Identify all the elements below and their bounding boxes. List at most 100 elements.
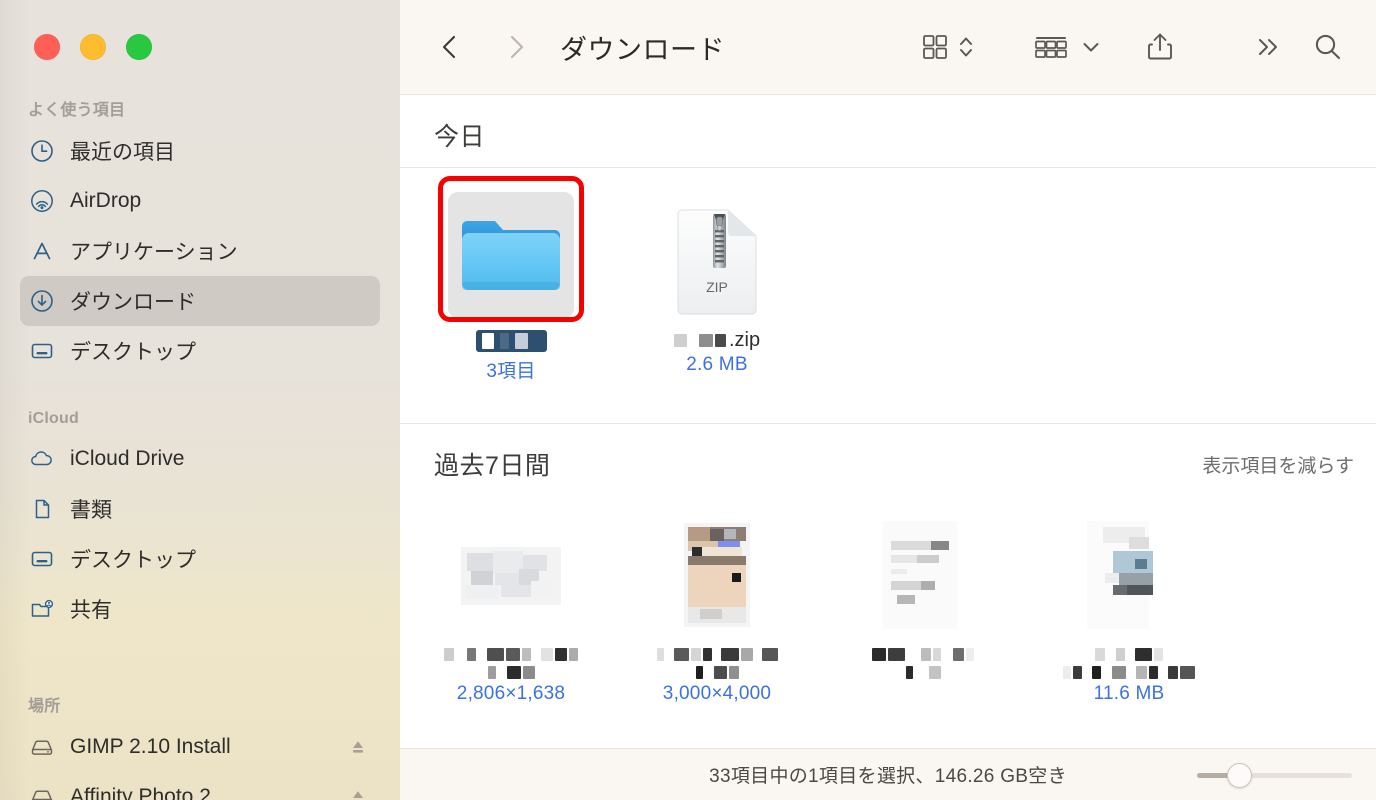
portrait-photo-thumb bbox=[667, 516, 767, 636]
minimize-button[interactable] bbox=[80, 34, 106, 60]
sidebar-item-airdrop[interactable]: AirDrop bbox=[20, 176, 380, 226]
blue-folder-icon bbox=[462, 221, 560, 290]
sidebar-item-label: デスクトップ bbox=[70, 549, 196, 572]
sidebar-item-desktop[interactable]: デスクトップ bbox=[20, 326, 380, 376]
sidebar-item-label: デスクトップ bbox=[70, 341, 196, 364]
forward-button[interactable] bbox=[494, 25, 538, 69]
sidebar-item-applications[interactable]: アプリケーション bbox=[20, 226, 380, 276]
sidebar-item-label: アプリケーション bbox=[70, 241, 238, 264]
sidebar-item-label: AirDrop bbox=[70, 189, 142, 212]
file-label: 2,806×1,638 bbox=[444, 648, 578, 705]
view-mode-button[interactable] bbox=[920, 21, 950, 73]
sidebar-item-label: Affinity Photo 2 bbox=[70, 785, 211, 800]
group-by-button[interactable] bbox=[1032, 21, 1070, 73]
toolbar: ダウンロード bbox=[400, 0, 1376, 95]
sidebar-item-label: iCloud Drive bbox=[70, 447, 185, 470]
shared-folder-icon bbox=[28, 595, 56, 623]
section-title: 過去7日間 bbox=[434, 452, 551, 480]
filename-redacted-line1 bbox=[872, 648, 974, 661]
toolbar-right-controls bbox=[920, 21, 1376, 73]
page-title: ダウンロード bbox=[560, 34, 725, 65]
file-meta: 3項目 bbox=[486, 361, 536, 382]
section-title: 今日 bbox=[434, 123, 486, 151]
chevron-down-icon[interactable] bbox=[1080, 21, 1102, 73]
sidebar-item-icloud-desktop[interactable]: デスクトップ bbox=[20, 534, 380, 584]
today-items-grid: 3項目 ZIP .zip 2.6 MB bbox=[400, 168, 1376, 383]
sidebar-item-documents[interactable]: 書類 bbox=[20, 484, 380, 534]
desktop-icon bbox=[28, 337, 56, 365]
text-document-thumb bbox=[873, 516, 973, 636]
selection-highlight bbox=[448, 192, 574, 318]
status-text: 33項目中の1項目を選択、146.26 GB空き bbox=[709, 766, 1067, 787]
sidebar-item-label: GIMP 2.10 Install bbox=[70, 735, 231, 758]
slider-knob[interactable] bbox=[1227, 762, 1252, 788]
applications-icon bbox=[28, 237, 56, 265]
file-label: 3,000×4,000 bbox=[656, 648, 778, 705]
svg-text:ZIP: ZIP bbox=[706, 279, 728, 295]
sidebar-scroll-area: よく使う項目 最近の項目 AirDrop アプリケーション ダウンロード デスク… bbox=[0, 96, 400, 800]
zip-archive-icon: ZIP bbox=[677, 209, 757, 315]
sidebar-item-icloud-drive[interactable]: iCloud Drive bbox=[20, 434, 380, 484]
sidebar: よく使う項目 最近の項目 AirDrop アプリケーション ダウンロード デスク… bbox=[0, 0, 400, 800]
file-item-document[interactable] bbox=[820, 516, 1026, 705]
file-meta: 11.6 MB bbox=[1093, 683, 1165, 704]
sidebar-item-affinity-photo[interactable]: Affinity Photo 2 bbox=[20, 772, 380, 800]
desktop-icon bbox=[28, 545, 56, 573]
file-label: 3項目 bbox=[475, 330, 547, 383]
sidebar-item-label: 書類 bbox=[70, 499, 112, 522]
filename-redacted-line2 bbox=[905, 666, 941, 679]
cloud-icon bbox=[28, 445, 56, 473]
back-button[interactable] bbox=[428, 25, 472, 69]
filename-redacted-line2 bbox=[1063, 666, 1195, 679]
file-item-folder[interactable]: 3項目 bbox=[408, 176, 614, 383]
thumbnail-wrapper: ZIP bbox=[674, 186, 760, 318]
disk-icon bbox=[28, 733, 56, 761]
finder-window: よく使う項目 最近の項目 AirDrop アプリケーション ダウンロード デスク… bbox=[0, 0, 1376, 800]
sidebar-heading-icloud: iCloud bbox=[28, 410, 79, 427]
search-button[interactable] bbox=[1312, 21, 1344, 73]
file-meta: 2,806×1,638 bbox=[456, 683, 566, 704]
sidebar-item-downloads[interactable]: ダウンロード bbox=[20, 276, 380, 326]
filename-redacted-line1 bbox=[656, 648, 778, 661]
chevron-up-down-icon[interactable] bbox=[956, 21, 976, 73]
last7days-items-grid: 2,806×1,638 3,000×4,000 11.6 MB bbox=[400, 496, 1376, 705]
icon-size-slider[interactable] bbox=[1197, 762, 1352, 788]
sidebar-item-label: ダウンロード bbox=[70, 291, 196, 314]
window-controls bbox=[34, 34, 152, 60]
close-button[interactable] bbox=[34, 34, 60, 60]
sidebar-heading-favorites: よく使う項目 bbox=[28, 102, 126, 119]
status-bar: 33項目中の1項目を選択、146.26 GB空き bbox=[400, 748, 1376, 800]
filename-redacted-line2 bbox=[487, 666, 535, 679]
sidebar-item-label: 共有 bbox=[70, 599, 112, 622]
file-meta: 3,000×4,000 bbox=[662, 683, 772, 704]
file-item-image-1[interactable]: 2,806×1,638 bbox=[408, 516, 614, 705]
sidebar-item-label: 最近の項目 bbox=[70, 141, 175, 164]
sidebar-item-recents[interactable]: 最近の項目 bbox=[20, 126, 380, 176]
share-button[interactable] bbox=[1144, 21, 1176, 73]
file-grid-content: 今日 3項目 ZIP .zip 2.6 MB 過去7日間 表示項目を減らす 2,… bbox=[400, 95, 1376, 748]
downloads-icon bbox=[28, 287, 56, 315]
screenshot-thumb bbox=[1079, 516, 1179, 636]
filename-suffix: .zip bbox=[728, 329, 761, 351]
file-meta: 2.6 MB bbox=[686, 354, 748, 375]
eject-icon[interactable] bbox=[348, 737, 368, 757]
sidebar-heading-locations: 場所 bbox=[28, 698, 61, 715]
file-item-zip[interactable]: ZIP .zip 2.6 MB bbox=[614, 186, 820, 383]
sidebar-item-gimp-install[interactable]: GIMP 2.10 Install bbox=[20, 722, 380, 772]
file-item-image-2[interactable]: 3,000×4,000 bbox=[614, 516, 820, 705]
more-toolbar-items-button[interactable] bbox=[1252, 21, 1284, 73]
landscape-blurred-thumb bbox=[461, 516, 561, 636]
clock-icon bbox=[28, 137, 56, 165]
file-label: .zip 2.6 MB bbox=[673, 329, 761, 376]
maximize-button[interactable] bbox=[126, 34, 152, 60]
sidebar-item-shared[interactable]: 共有 bbox=[20, 584, 380, 634]
filename-redacted: .zip bbox=[673, 329, 761, 351]
filename-redacted-line1 bbox=[444, 648, 578, 661]
section-header-today: 今日 bbox=[400, 95, 1376, 167]
file-item-image-3[interactable]: 11.6 MB bbox=[1026, 516, 1232, 705]
disk-icon bbox=[28, 783, 56, 800]
filename-redacted-line2 bbox=[695, 666, 739, 679]
eject-icon[interactable] bbox=[348, 787, 368, 800]
show-less-button[interactable]: 表示項目を減らす bbox=[1202, 451, 1354, 478]
